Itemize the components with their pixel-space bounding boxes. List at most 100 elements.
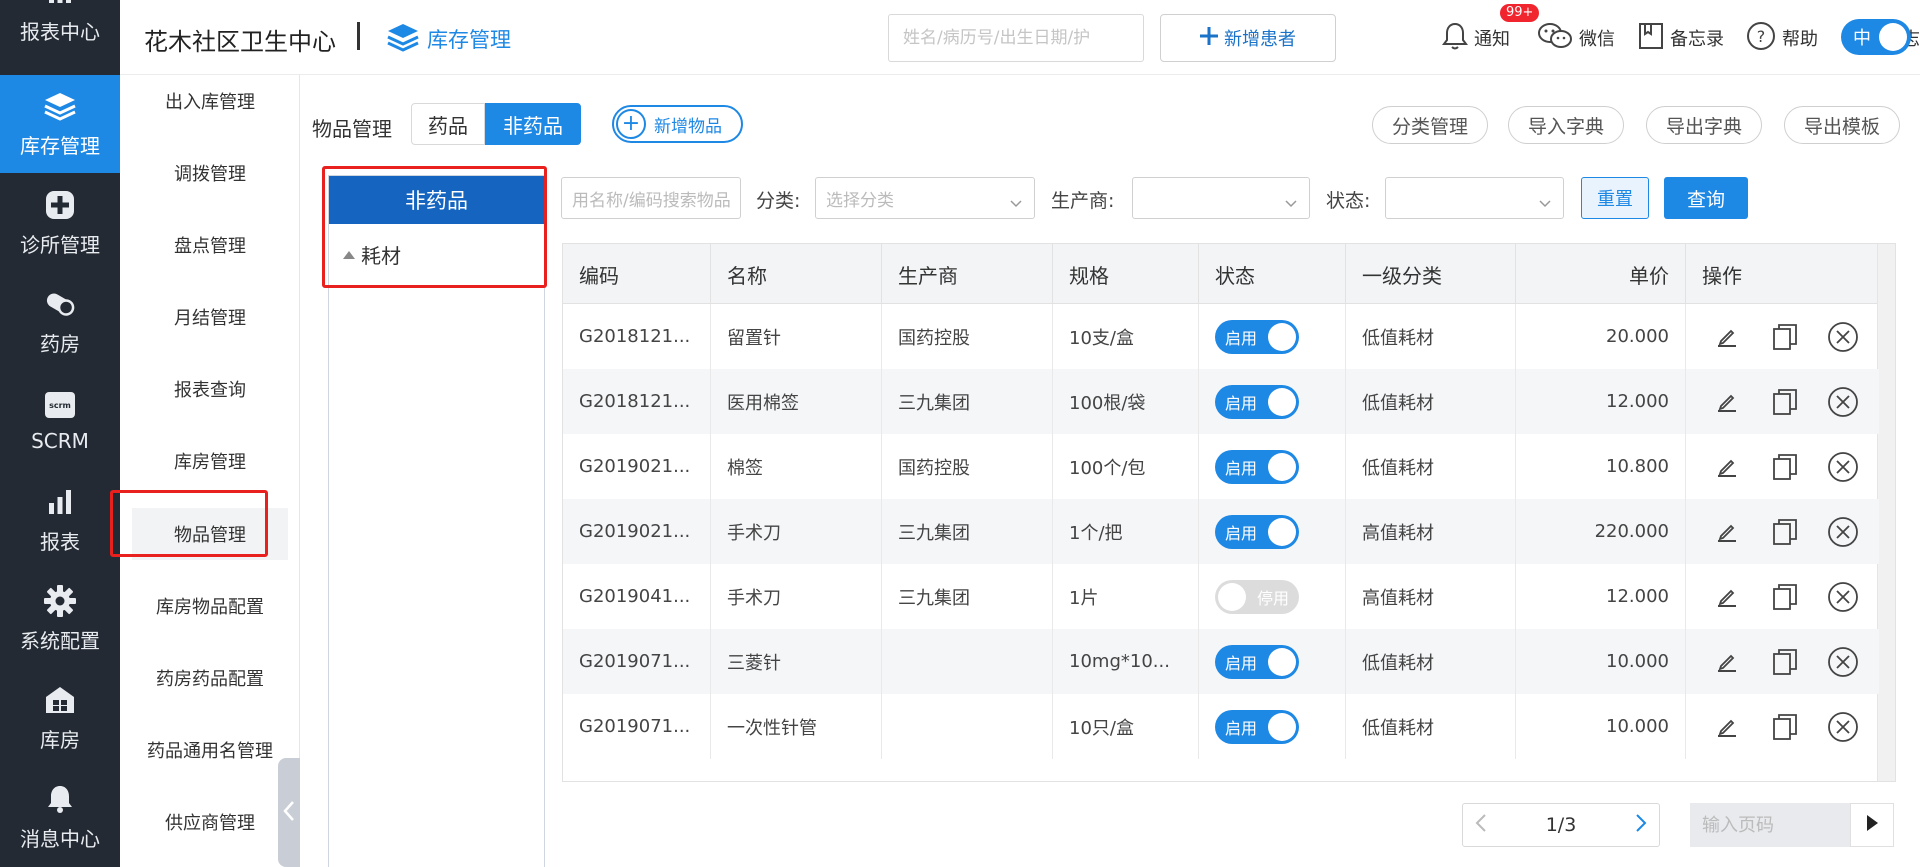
nav-item-pharmacy[interactable]: 药房	[0, 273, 120, 371]
layers-icon	[43, 90, 77, 122]
delete-circle-x-icon[interactable]	[1826, 645, 1860, 679]
submenu-item-report-query[interactable]: 报表查询	[132, 363, 288, 415]
cell-name: 手术刀	[711, 499, 882, 564]
nav-item-settings[interactable]: 系统配置	[0, 570, 120, 668]
nav-item-warehouse[interactable]: 库房	[0, 669, 120, 767]
manufacturer-select[interactable]	[1132, 177, 1310, 219]
edit-pencil-icon[interactable]	[1710, 515, 1744, 549]
expand-triangle-icon[interactable]	[343, 250, 355, 259]
module-name[interactable]: 库存管理	[427, 24, 511, 54]
row-actions	[1702, 710, 1860, 744]
edit-pencil-icon[interactable]	[1710, 320, 1744, 354]
tab-nondrug[interactable]: 非药品	[485, 103, 581, 145]
submenu-item-goods[interactable]: 物品管理	[132, 508, 288, 560]
table-row[interactable]: G2019021... 手术刀 三九集团 1个/把 启用 高值耗材 220.000	[563, 499, 1879, 564]
copy-icon[interactable]	[1768, 320, 1802, 354]
status-toggle-label: 启用	[1225, 328, 1258, 348]
copy-icon[interactable]	[1768, 450, 1802, 484]
nav-item-scrm[interactable]: scrm SCRM	[0, 372, 120, 470]
copy-icon[interactable]	[1768, 710, 1802, 744]
submenu-item-generic-names[interactable]: 药品通用名管理	[132, 724, 288, 776]
export-template-button[interactable]: 导出模板	[1784, 106, 1900, 144]
goods-search-input[interactable]: 用名称/编码搜索物品	[561, 177, 741, 219]
category-manage-button[interactable]: 分类管理	[1372, 106, 1488, 144]
nav-item-clinic[interactable]: 诊所管理	[0, 174, 120, 272]
help-button[interactable]: ? 帮助	[1746, 18, 1818, 58]
import-dict-button[interactable]: 导入字典	[1508, 106, 1624, 144]
go-page-button[interactable]	[1850, 803, 1894, 847]
nav-item-reports[interactable]: 报表	[0, 471, 120, 569]
submenu-item-storeroom-goods[interactable]: 库房物品配置	[132, 580, 288, 632]
cell-price: 220.000	[1516, 499, 1686, 564]
delete-circle-x-icon[interactable]	[1826, 710, 1860, 744]
export-dict-button[interactable]: 导出字典	[1646, 106, 1762, 144]
edit-pencil-icon[interactable]	[1710, 450, 1744, 484]
add-item-button[interactable]: + 新增物品	[612, 105, 743, 143]
edit-pencil-icon[interactable]	[1710, 580, 1744, 614]
status-toggle[interactable]: 启用	[1215, 449, 1299, 484]
status-toggle[interactable]: 启用	[1215, 644, 1299, 679]
chevron-right-icon[interactable]	[1635, 813, 1647, 838]
cell-code: G2019021...	[563, 434, 711, 499]
status-toggle[interactable]: 停用	[1215, 579, 1299, 614]
query-button[interactable]: 查询	[1664, 177, 1748, 219]
new-patient-button[interactable]: 新增患者	[1160, 14, 1336, 62]
wechat-icon	[1537, 21, 1573, 56]
status-toggle[interactable]: 启用	[1215, 514, 1299, 549]
table-row[interactable]: G2018121... 留置针 国药控股 10支/盒 启用 低值耗材 20.000	[563, 304, 1879, 369]
submenu-item-stocktake[interactable]: 盘点管理	[132, 219, 288, 271]
delete-circle-x-icon[interactable]	[1826, 385, 1860, 419]
copy-icon[interactable]	[1768, 515, 1802, 549]
delete-circle-x-icon[interactable]	[1826, 450, 1860, 484]
edit-pencil-icon[interactable]	[1710, 710, 1744, 744]
memo-button[interactable]: 备忘录	[1638, 18, 1724, 58]
tree-root-nondrug[interactable]: 非药品	[329, 176, 544, 224]
cell-spec: 1片	[1053, 564, 1199, 629]
patient-search-input[interactable]	[888, 14, 1144, 62]
copy-icon[interactable]	[1768, 385, 1802, 419]
table-row[interactable]: G2018121... 医用棉签 三九集团 100根/袋 启用 低值耗材 12.000	[563, 369, 1879, 434]
plus-circle-icon: +	[616, 109, 646, 139]
table-row[interactable]: G2019071... 三菱针 10mg*10... 启用 低值耗材 10.000	[563, 629, 1879, 694]
cell-maker: 国药控股	[882, 434, 1053, 499]
copy-icon[interactable]	[1768, 645, 1802, 679]
wechat-label: 微信	[1579, 29, 1615, 50]
language-toggle[interactable]: 中	[1841, 19, 1911, 55]
plus-icon	[1200, 26, 1218, 50]
copy-icon[interactable]	[1768, 580, 1802, 614]
delete-circle-x-icon[interactable]	[1826, 580, 1860, 614]
submenu-item-storeroom[interactable]: 库房管理	[132, 435, 288, 487]
nav-item-report-center[interactable]: 报表中心	[0, 0, 120, 60]
report-center-icon	[46, 0, 74, 8]
table-row[interactable]: G2019071... 一次性针管 10只/盒 启用 低值耗材 10.000	[563, 694, 1879, 759]
collapse-sidebar-button[interactable]	[278, 758, 300, 867]
tree-node-consumables[interactable]: 耗材	[343, 240, 401, 269]
table-row[interactable]: G2019021... 棉签 国药控股 100个/包 启用 低值耗材 10.800	[563, 434, 1879, 499]
page-number-input[interactable]	[1690, 803, 1850, 847]
language-label: 中	[1853, 28, 1871, 49]
submenu-item-pharmacy-drugs[interactable]: 药房药品配置	[132, 652, 288, 704]
edit-pencil-icon[interactable]	[1710, 385, 1744, 419]
status-toggle[interactable]: 启用	[1215, 319, 1299, 354]
submenu-item-monthly[interactable]: 月结管理	[132, 291, 288, 343]
table-scrollbar[interactable]	[1877, 244, 1895, 781]
submenu-item-transfer[interactable]: 调拨管理	[132, 147, 288, 199]
nav-item-messages[interactable]: 消息中心	[0, 768, 120, 866]
notify-button[interactable]: 通知	[1442, 18, 1510, 58]
delete-circle-x-icon[interactable]	[1826, 320, 1860, 354]
status-toggle[interactable]: 启用	[1215, 384, 1299, 419]
tab-drug[interactable]: 药品	[411, 103, 485, 145]
chevron-left-icon[interactable]	[1475, 813, 1487, 838]
table-row[interactable]: G2019041... 手术刀 三九集团 1片 停用 高值耗材 12.000	[563, 564, 1879, 629]
nav-item-inventory[interactable]: 库存管理	[0, 75, 120, 173]
cell-category: 高值耗材	[1346, 499, 1516, 564]
edit-pencil-icon[interactable]	[1710, 645, 1744, 679]
delete-circle-x-icon[interactable]	[1826, 515, 1860, 549]
status-toggle[interactable]: 启用	[1215, 709, 1299, 744]
submenu-item-inout[interactable]: 出入库管理	[132, 75, 288, 127]
submenu-item-suppliers[interactable]: 供应商管理	[132, 796, 288, 848]
category-select[interactable]: 选择分类	[815, 177, 1035, 219]
wechat-button[interactable]: 微信	[1537, 18, 1615, 58]
status-select[interactable]	[1385, 177, 1564, 219]
reset-button[interactable]: 重置	[1581, 177, 1649, 219]
